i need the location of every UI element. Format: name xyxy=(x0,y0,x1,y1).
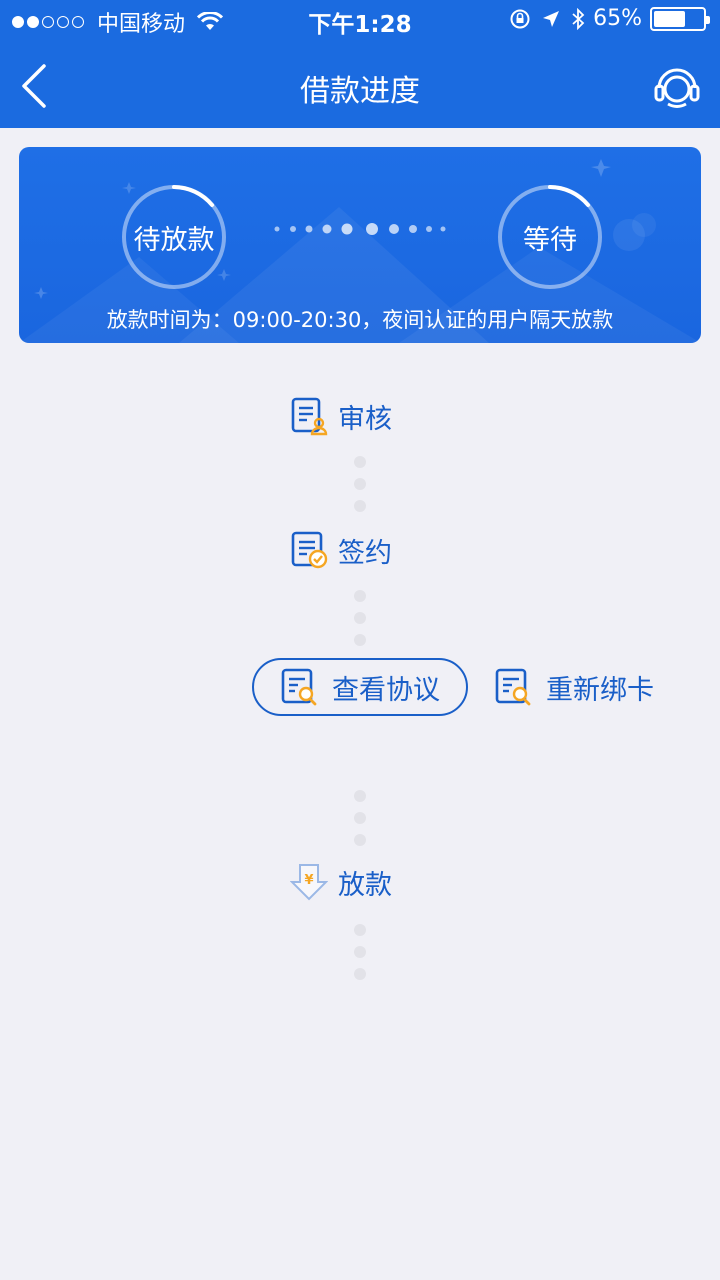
progress-dots-icon xyxy=(274,223,446,235)
headset-icon xyxy=(654,68,700,108)
document-search-icon xyxy=(495,668,531,706)
step-review: 审核 xyxy=(290,396,392,436)
view-agreement-label: 查看协议 xyxy=(332,674,440,706)
loan-status-card: 待放款 等待 放款时间为：09:00-20:30，夜间认证的用户隔天放款 xyxy=(19,147,701,343)
rebind-card-label: 重新绑卡 xyxy=(546,674,654,706)
disbursement-time-note: 放款时间为：09:00-20:30，夜间认证的用户隔天放款 xyxy=(106,308,614,332)
status-circle-pending: 待放款 xyxy=(122,185,226,289)
rotation-lock-icon xyxy=(510,9,530,28)
status-bar: 中国移动 下午1:28 65% xyxy=(0,0,720,40)
document-search-icon xyxy=(281,668,317,706)
step-disburse-label: 放款 xyxy=(338,869,392,901)
page-title: 借款进度 xyxy=(300,74,420,109)
status-circle-waiting: 等待 xyxy=(498,185,602,289)
step-sign: 签约 xyxy=(290,530,392,570)
battery-icon xyxy=(650,6,710,31)
step-connector xyxy=(354,456,366,522)
bluetooth-icon xyxy=(572,7,585,30)
rebind-card-button[interactable]: 重新绑卡 xyxy=(494,662,654,712)
step-connector xyxy=(354,924,366,990)
review-document-icon xyxy=(291,397,328,436)
signed-document-icon xyxy=(291,531,328,569)
status-circle-left-label: 待放款 xyxy=(133,224,215,256)
location-icon xyxy=(543,10,560,27)
step-review-label: 审核 xyxy=(338,403,392,435)
battery-percent: 65% xyxy=(593,6,642,31)
top-bar: 中国移动 下午1:28 65% 借款进度 xyxy=(0,0,720,128)
status-circle-right-label: 等待 xyxy=(523,224,577,256)
step-disburse: ¥ 放款 xyxy=(290,862,392,902)
disburse-arrow-icon: ¥ xyxy=(290,864,328,901)
step-sign-label: 签约 xyxy=(338,537,392,569)
view-agreement-button[interactable]: 查看协议 xyxy=(252,658,468,716)
svg-text:¥: ¥ xyxy=(304,873,313,888)
customer-service-button[interactable] xyxy=(652,62,702,112)
step-connector xyxy=(354,790,366,856)
step-connector xyxy=(354,590,366,656)
